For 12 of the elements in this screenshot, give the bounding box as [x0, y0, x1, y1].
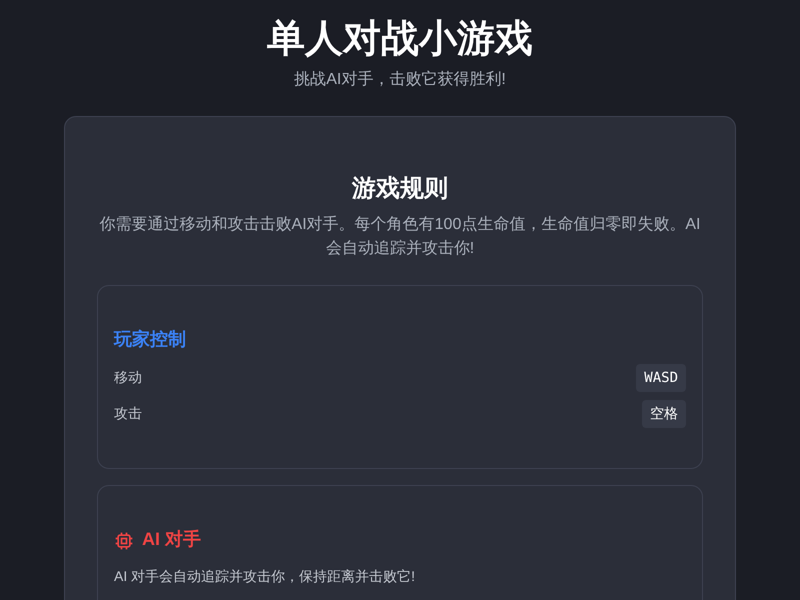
rules-description: 你需要通过移动和攻击击败AI对手。每个角色有100点生命值，生命值归零即失败。AI会自动追踪并攻击你!	[98, 214, 702, 259]
chip-icon	[114, 531, 134, 551]
page-title: 单人对战小游戏	[267, 17, 533, 62]
control-action: 攻击	[114, 405, 142, 423]
rules-title: 游戏规则	[350, 174, 449, 204]
key-badge: 空格	[642, 400, 686, 428]
page-subtitle: 挑战AI对手，击败它获得胜利!	[294, 70, 506, 90]
section-title: 玩家控制	[114, 328, 187, 351]
control-action: 移动	[114, 369, 142, 387]
opponent-description: AI 对手会自动追踪并攻击你，保持距离并击败它!	[114, 568, 416, 586]
key-badge: WASD	[636, 364, 686, 392]
section-title: AI 对手	[142, 528, 202, 551]
